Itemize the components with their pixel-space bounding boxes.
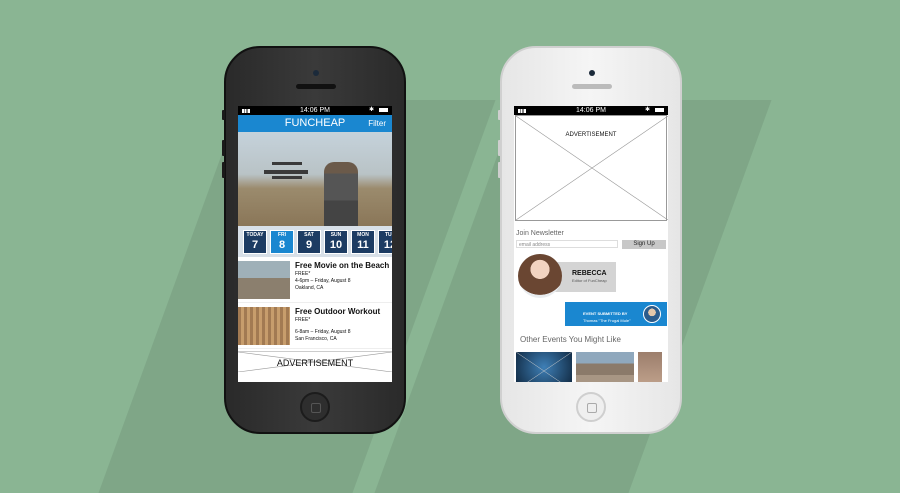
- ad-label: ADVERTISEMENT: [565, 132, 617, 138]
- related-event-thumbnail[interactable]: [516, 352, 572, 382]
- event-location: Oakland, CA: [295, 285, 324, 291]
- funcheap-home-screen: 14:06 PM ✱ FUNCHEAP Filter TODAY 7 FRI 8…: [238, 106, 392, 382]
- hero-image[interactable]: [238, 132, 392, 226]
- advertisement-placeholder[interactable]: ADVERTISEMENT: [515, 115, 668, 221]
- volume-button: [222, 110, 225, 120]
- other-events-title: Other Events You Might Like: [520, 335, 621, 344]
- white-phone: 14:06 PM ✱ ADVERTISEMENT Join Newsletter…: [498, 46, 682, 434]
- event-thumbnail: [238, 261, 290, 299]
- date-dow: MON: [357, 232, 369, 238]
- date-dow: TUE: [385, 232, 392, 238]
- event-list-item[interactable]: Free Outdoor Workout FREE* 6-8am – Frida…: [238, 303, 392, 349]
- newsletter-title: Join Newsletter: [516, 230, 564, 237]
- date-selector: TODAY 7 FRI 8 SAT 9 SUN 10 MON 11 TUE 12: [238, 226, 392, 257]
- event-title: Free Outdoor Workout: [295, 307, 381, 316]
- date-num: 10: [329, 239, 343, 251]
- status-bar: 14:06 PM ✱: [514, 106, 668, 115]
- running-man-figure: [324, 162, 358, 226]
- date-dow: TODAY: [246, 232, 264, 238]
- date-num: 11: [357, 239, 369, 251]
- sign-up-button[interactable]: Sign Up: [622, 240, 666, 249]
- volume-button: [498, 110, 501, 120]
- speaker-grille: [296, 84, 336, 89]
- camera-icon: [589, 70, 595, 76]
- biplane-icon: [264, 170, 308, 174]
- date-num: 7: [251, 239, 259, 251]
- date-tab-today[interactable]: TODAY 7: [243, 230, 267, 254]
- avatar: [518, 254, 562, 298]
- black-phone: 14:06 PM ✱ FUNCHEAP Filter TODAY 7 FRI 8…: [222, 46, 406, 434]
- submitter-avatar: [643, 305, 661, 323]
- event-detail-screen: 14:06 PM ✱ ADVERTISEMENT Join Newsletter…: [514, 106, 668, 382]
- home-button[interactable]: [576, 392, 606, 422]
- volume-button: [222, 162, 225, 178]
- event-thumbnail: [238, 307, 290, 345]
- event-list-item[interactable]: Free Movie on the Beach FREE* 4-6pm – Fr…: [238, 257, 392, 303]
- date-dow: SAT: [304, 232, 314, 238]
- battery-icon: [379, 108, 388, 112]
- home-button[interactable]: [300, 392, 330, 422]
- event-price: FREE*: [295, 271, 311, 277]
- date-dow: SUN: [330, 232, 342, 238]
- thumbnail-overlay-lines: [516, 352, 572, 382]
- camera-icon: [313, 70, 319, 76]
- date-dow: FRI: [277, 232, 287, 238]
- app-header: FUNCHEAP Filter: [238, 115, 392, 132]
- date-num: 9: [305, 239, 313, 251]
- alarm-icon: ✱: [644, 107, 650, 113]
- biplane-icon: [272, 176, 302, 179]
- event-location: San Francisco, CA: [295, 336, 337, 342]
- volume-button: [498, 162, 501, 178]
- filter-button[interactable]: Filter: [368, 115, 386, 132]
- date-tab-mon[interactable]: MON 11: [351, 230, 375, 254]
- date-tab-sat[interactable]: SAT 9: [297, 230, 321, 254]
- submitted-by-banner[interactable]: EVENT SUBMITTED BY Thomas "The Frugal Mu…: [565, 302, 667, 326]
- other-events-row: [516, 352, 668, 382]
- event-time: 6-8am – Friday, August 8: [295, 329, 351, 335]
- date-tab-tue[interactable]: TUE 12: [378, 230, 392, 254]
- biplane-icon: [272, 162, 302, 165]
- volume-button: [498, 140, 501, 156]
- date-tab-fri[interactable]: FRI 8: [270, 230, 294, 254]
- editor-profile: REBECCA Editor of FunCheap EVENT SUBMITT…: [514, 254, 668, 326]
- profile-name: REBECCA: [572, 270, 607, 277]
- event-time: 4-6pm – Friday, August 8: [295, 278, 351, 284]
- battery-icon: [655, 108, 664, 112]
- volume-button: [222, 140, 225, 156]
- related-event-thumbnail[interactable]: [576, 352, 634, 382]
- advertisement-banner[interactable]: ADVERTISEMENT: [238, 351, 392, 372]
- date-tab-sun[interactable]: SUN 10: [324, 230, 348, 254]
- status-bar: 14:06 PM ✱: [238, 106, 392, 115]
- speaker-grille: [572, 84, 612, 89]
- alarm-icon: ✱: [368, 107, 374, 113]
- related-event-thumbnail[interactable]: [638, 352, 662, 382]
- date-num: 8: [278, 239, 286, 251]
- profile-subtitle: Editor of FunCheap: [572, 278, 607, 283]
- event-price: FREE*: [295, 317, 311, 323]
- date-num: 12: [383, 239, 392, 251]
- ad-label: ADVERTISEMENT: [276, 358, 354, 368]
- email-field[interactable]: email address: [516, 240, 618, 248]
- profile-card: REBECCA Editor of FunCheap: [554, 262, 616, 292]
- event-title: Free Movie on the Beach: [295, 261, 390, 270]
